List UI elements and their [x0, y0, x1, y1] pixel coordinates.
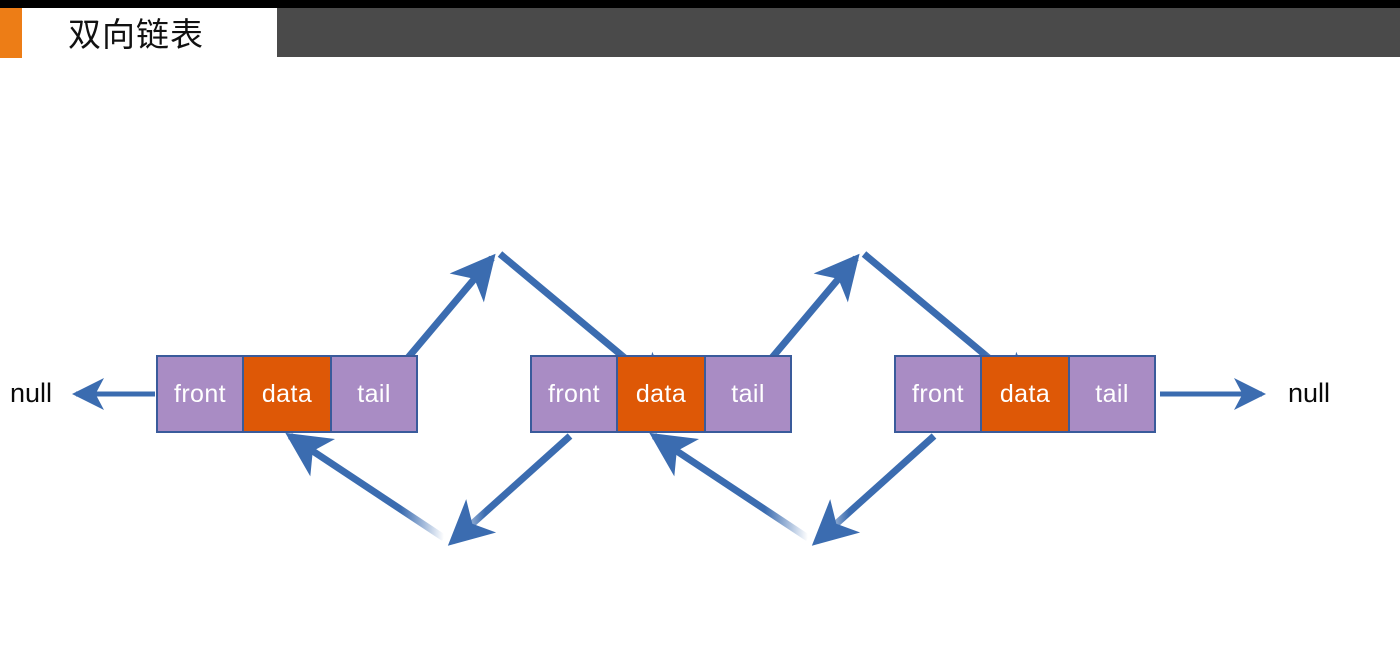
node-front-cell: front	[530, 355, 618, 433]
node-data-cell: data	[242, 355, 332, 433]
node-tail-cell: tail	[330, 355, 418, 433]
header-bar: 双向链表	[0, 8, 1400, 58]
null-label-left: null	[10, 378, 53, 408]
top-black-strip	[0, 0, 1400, 8]
backward-link-1	[285, 432, 573, 546]
page-title: 双向链表	[68, 15, 204, 54]
header-dark-panel	[277, 8, 1400, 57]
null-label-right: null	[1288, 378, 1331, 408]
backward-link-2	[649, 432, 937, 546]
list-node[interactable]: front data tail	[156, 355, 418, 433]
list-node[interactable]: front data tail	[894, 355, 1156, 433]
node-front-cell: front	[156, 355, 244, 433]
arrow-layer	[71, 251, 1267, 546]
header-accent-block	[0, 8, 22, 58]
node-data-cell: data	[980, 355, 1070, 433]
node-front-cell: front	[894, 355, 982, 433]
node-tail-cell: tail	[704, 355, 792, 433]
list-node[interactable]: front data tail	[530, 355, 792, 433]
doubly-linked-list-diagram: null null front data tail front data tai…	[0, 58, 1400, 648]
node-tail-cell: tail	[1068, 355, 1156, 433]
node-data-cell: data	[616, 355, 706, 433]
